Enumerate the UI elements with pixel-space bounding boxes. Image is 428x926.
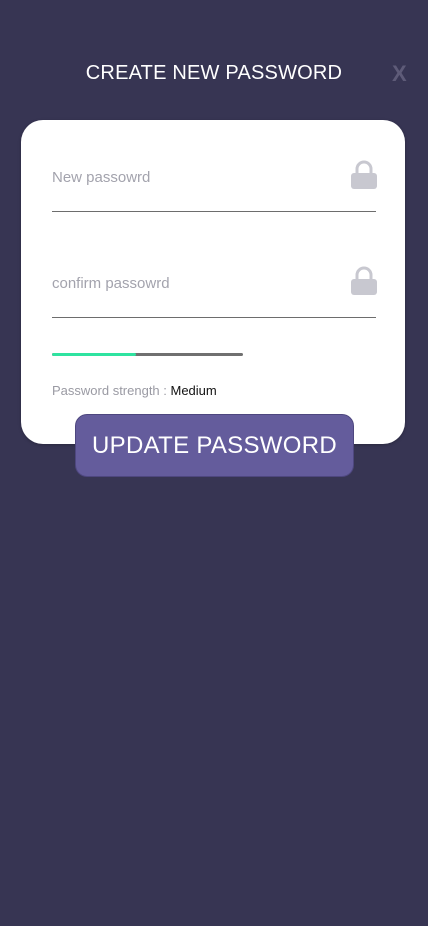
confirm-password-field <box>52 264 378 320</box>
password-card: Password strength : Medium <box>21 120 405 444</box>
lock-icon[interactable] <box>350 266 378 296</box>
password-strength-fill <box>52 353 137 356</box>
new-password-field <box>52 158 378 214</box>
password-strength-bar <box>52 353 243 356</box>
password-strength-label: Password strength : <box>52 383 171 398</box>
new-password-underline <box>52 211 376 212</box>
confirm-password-underline <box>52 317 376 318</box>
page-title: CREATE NEW PASSWORD <box>85 62 343 84</box>
close-button[interactable]: X <box>392 61 407 87</box>
password-strength-value: Medium <box>170 383 217 398</box>
password-strength-text: Password strength : Medium <box>52 383 217 398</box>
confirm-password-input[interactable] <box>52 264 332 302</box>
update-password-button[interactable]: UPDATE PASSWORD <box>75 414 354 477</box>
new-password-input[interactable] <box>52 158 332 196</box>
lock-icon[interactable] <box>350 160 378 190</box>
